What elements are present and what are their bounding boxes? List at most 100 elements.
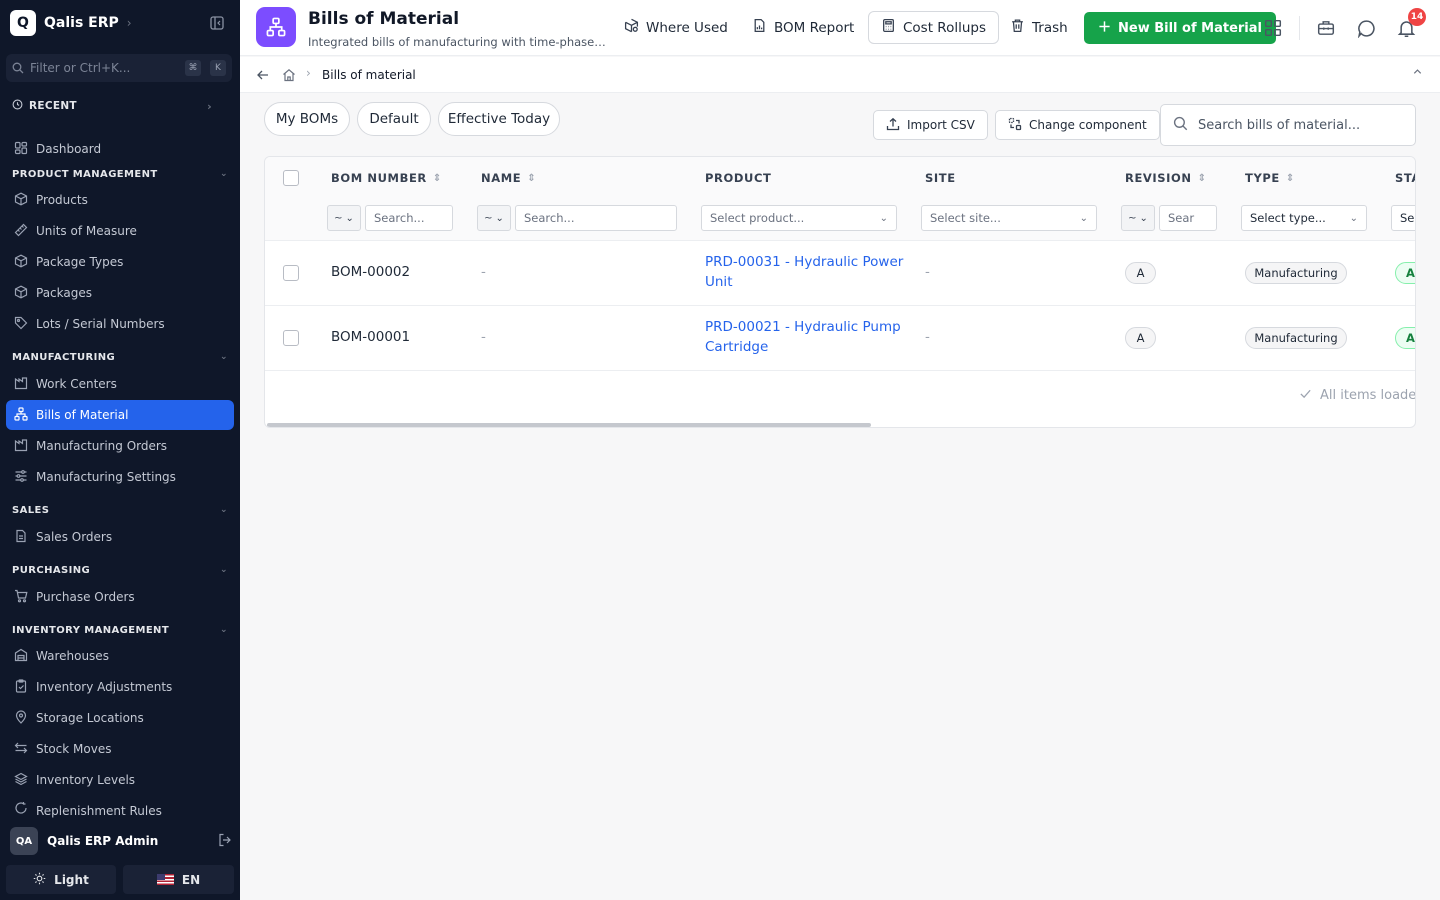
sidebar-item-stock-moves[interactable]: Stock Moves <box>6 734 234 764</box>
section-sales[interactable]: SALES ⌄ <box>12 502 228 518</box>
row-checkbox[interactable] <box>283 330 299 346</box>
arrows-swap-icon <box>14 741 28 758</box>
sidebar-filter-placeholder: Filter or Ctrl+K... <box>30 61 131 75</box>
sidebar-item-manufacturing-settings[interactable]: Manufacturing Settings <box>6 462 234 492</box>
search-bom-input[interactable]: Search bills of material... <box>1160 104 1416 146</box>
revision-filter-input[interactable]: Sear <box>1159 205 1217 231</box>
view-my-boms[interactable]: My BOMs <box>264 102 350 136</box>
chat-icon[interactable] <box>1355 17 1377 39</box>
bom-number-cell[interactable]: BOM-00001 <box>331 329 410 345</box>
logout-icon[interactable] <box>218 832 232 851</box>
select-all-checkbox[interactable] <box>283 170 299 186</box>
section-inventory-management[interactable]: INVENTORY MANAGEMENT ⌄ <box>12 622 228 638</box>
col-bom-number[interactable]: BOM NUMBER ⇕ <box>331 171 442 185</box>
type-filter-placeholder: Select type... <box>1250 211 1326 225</box>
sidebar-item-replenishment-rules[interactable]: Replenishment Rules <box>6 796 234 818</box>
sidebar-item-work-centers[interactable]: Work Centers <box>6 369 234 399</box>
sort-icon: ⇕ <box>1197 172 1207 184</box>
change-component-button[interactable]: Change component <box>995 110 1160 140</box>
view-effective-today[interactable]: Effective Today <box>438 102 560 136</box>
sidebar-item-purchase-orders[interactable]: Purchase Orders <box>6 582 234 612</box>
import-csv-button[interactable]: Import CSV <box>873 110 988 140</box>
language-button[interactable]: EN <box>123 865 234 894</box>
operator-label: ~ <box>334 212 343 224</box>
product-link[interactable]: PRD-00021 - Hydraulic Pump Cartridge <box>705 317 905 357</box>
top-bar: Bills of Material Integrated bills of ma… <box>240 0 1440 56</box>
table-row[interactable]: BOM-00002 - PRD-00031 - Hydraulic Power … <box>265 241 1415 306</box>
sidebar-collapse-icon[interactable] <box>207 14 227 32</box>
col-product[interactable]: PRODUCT <box>705 171 771 185</box>
type-badge: Manufacturing <box>1245 262 1347 284</box>
sidebar-item-label: Stock Moves <box>36 742 112 756</box>
chevron-up-icon[interactable] <box>1412 66 1423 80</box>
sidebar-item-label: Bills of Material <box>36 408 129 422</box>
user-profile[interactable]: QA Qalis ERP Admin <box>10 827 232 855</box>
sidebar-item-sales-orders[interactable]: Sales Orders <box>6 522 234 552</box>
site-filter-select[interactable]: Select site... ⌄ <box>921 205 1097 231</box>
revision-operator-select[interactable]: ~ ⌄ <box>1121 205 1155 231</box>
col-site[interactable]: SITE <box>925 171 956 185</box>
section-manufacturing[interactable]: MANUFACTURING ⌄ <box>12 349 228 365</box>
theme-toggle-button[interactable]: Light <box>6 865 116 894</box>
sidebar-item-package-types[interactable]: Package Types <box>6 247 234 277</box>
sidebar-item-bills-of-material[interactable]: Bills of Material <box>6 400 234 430</box>
name-filter-input[interactable]: Search... <box>515 205 677 231</box>
status-filter-select[interactable]: Sel <box>1391 205 1415 231</box>
warehouse-icon <box>14 648 28 665</box>
where-used-button[interactable]: Where Used <box>620 11 732 44</box>
recent-section[interactable]: RECENT › <box>12 96 212 116</box>
sidebar-item-inventory-adjustments[interactable]: Inventory Adjustments <box>6 672 234 702</box>
brand[interactable]: Q Qalis ERP › <box>10 10 132 36</box>
chevron-down-icon: ⌄ <box>345 212 354 224</box>
row-checkbox[interactable] <box>283 265 299 281</box>
product-filter-select[interactable]: Select product... ⌄ <box>701 205 897 231</box>
sidebar-item-lots-serial[interactable]: Lots / Serial Numbers <box>6 309 234 339</box>
sidebar-item-label: Inventory Levels <box>36 773 136 787</box>
bom-report-button[interactable]: BOM Report <box>748 11 858 44</box>
sidebar-item-products[interactable]: Products <box>6 185 234 215</box>
bom-number-filter-input[interactable]: Search... <box>365 205 453 231</box>
bom-number-cell[interactable]: BOM-00002 <box>331 264 410 280</box>
theme-label: Light <box>54 872 89 887</box>
bom-number-operator-select[interactable]: ~ ⌄ <box>327 205 361 231</box>
avatar: QA <box>10 827 38 855</box>
sidebar-item-packages[interactable]: Packages <box>6 278 234 308</box>
sidebar-item-warehouses[interactable]: Warehouses <box>6 641 234 671</box>
section-label: PURCHASING <box>12 564 91 576</box>
name-operator-select[interactable]: ~ ⌄ <box>477 205 511 231</box>
sidebar-item-dashboard[interactable]: Dashboard <box>6 134 234 164</box>
product-link[interactable]: PRD-00031 - Hydraulic Power Unit <box>705 252 905 292</box>
site-cell: - <box>925 329 930 345</box>
col-name[interactable]: NAME ⇕ <box>481 171 536 185</box>
view-default[interactable]: Default <box>357 102 431 136</box>
sidebar-item-storage-locations[interactable]: Storage Locations <box>6 703 234 733</box>
sidebar-item-manufacturing-orders[interactable]: Manufacturing Orders <box>6 431 234 461</box>
column-label: STA <box>1395 171 1415 185</box>
sidebar-item-inventory-levels[interactable]: Inventory Levels <box>6 765 234 795</box>
table-row[interactable]: BOM-00001 - PRD-00021 - Hydraulic Pump C… <box>265 306 1415 371</box>
home-icon[interactable] <box>282 67 296 86</box>
file-chart-icon <box>752 18 767 37</box>
toolbox-icon[interactable] <box>1315 17 1337 39</box>
section-purchasing[interactable]: PURCHASING ⌄ <box>12 562 228 578</box>
operator-label: ~ <box>1128 212 1137 224</box>
new-bom-button[interactable]: New Bill of Material <box>1084 12 1276 44</box>
revision-badge: A <box>1125 327 1156 349</box>
cost-rollups-button[interactable]: Cost Rollups <box>868 11 999 44</box>
where-used-label: Where Used <box>646 19 728 36</box>
sidebar-item-label: Products <box>36 193 88 207</box>
recent-label: RECENT <box>29 100 77 112</box>
breadcrumb-current: Bills of material <box>322 68 416 82</box>
section-product-management[interactable]: PRODUCT MANAGEMENT ⌄ <box>12 166 228 182</box>
apps-grid-icon[interactable] <box>1262 17 1284 39</box>
map-pin-icon <box>14 709 28 727</box>
col-type[interactable]: TYPE ⇕ <box>1245 171 1295 185</box>
col-status[interactable]: STA <box>1395 171 1415 185</box>
trash-button[interactable]: Trash <box>1006 11 1072 44</box>
back-arrow-icon[interactable] <box>256 67 270 86</box>
type-filter-select[interactable]: Select type... ⌄ <box>1241 205 1367 231</box>
sidebar-filter-input[interactable]: Filter or Ctrl+K... ⌘ K <box>6 54 232 82</box>
horizontal-scrollbar[interactable] <box>267 423 871 427</box>
col-revision[interactable]: REVISION ⇕ <box>1125 171 1207 185</box>
sidebar-item-units-of-measure[interactable]: Units of Measure <box>6 216 234 246</box>
